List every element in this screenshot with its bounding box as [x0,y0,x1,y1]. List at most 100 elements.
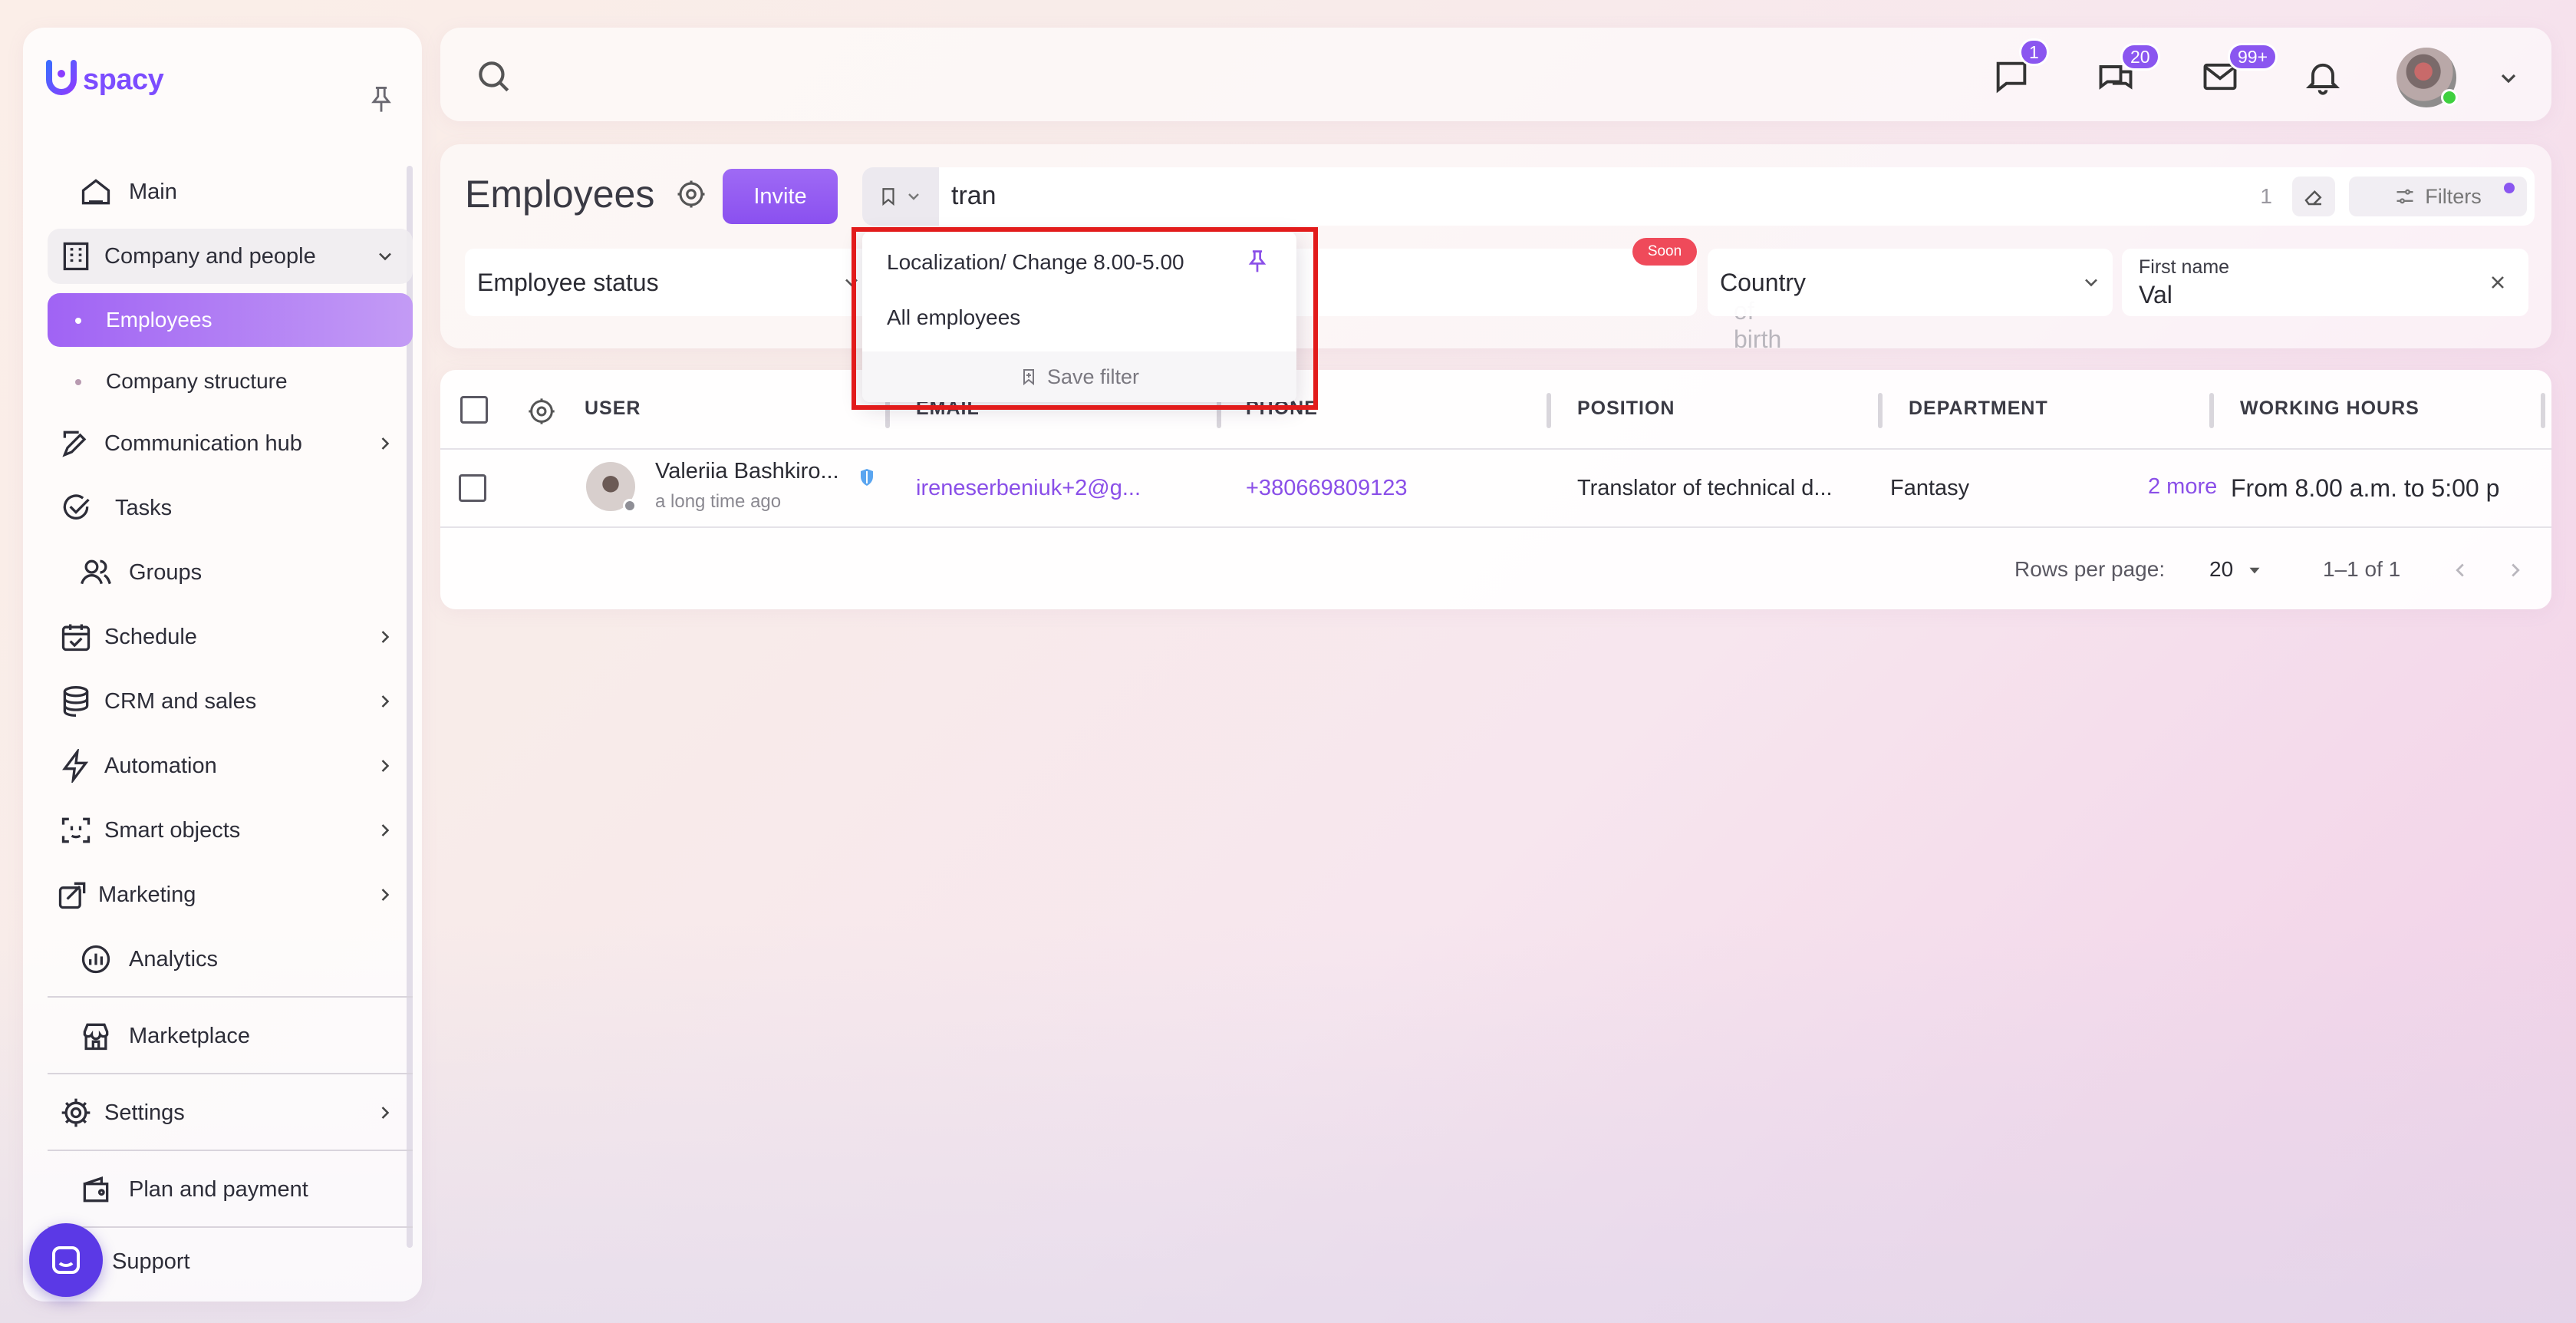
support-chat-button[interactable] [29,1223,103,1297]
sidebar: spacy Main Company and people Employees … [23,28,422,1302]
user-name[interactable]: Valeriia Bashkiro... [655,459,839,484]
sidebar-item-main[interactable]: Main [48,164,413,219]
sidebar-item-company-and-people[interactable]: Company and people [48,229,413,284]
employee-search[interactable]: tran 1 Filters [862,167,2535,226]
caret-down-icon[interactable] [2245,560,2265,580]
chevron-right-icon [381,824,390,836]
save-filter-button[interactable]: Save filter [862,351,1296,402]
email-link[interactable]: ireneserbeniuk+2@g... [916,476,1141,501]
sidebar-item-label: Groups [129,559,203,585]
sidebar-item-marketing[interactable]: Marketing [48,867,413,922]
select-all-checkbox[interactable] [460,396,488,424]
sidebar-item-tasks[interactable]: Tasks [48,480,413,536]
sidebar-item-plan-and-payment[interactable]: Plan and payment [48,1162,413,1217]
sidebar-item-crm-and-sales[interactable]: CRM and sales [48,674,413,729]
clear-filters-button[interactable] [2292,177,2335,216]
column-resizer[interactable] [1547,393,1551,428]
sidebar-item-marketplace[interactable]: Marketplace [48,1008,413,1064]
support-label[interactable]: Support [112,1249,190,1275]
store-icon [78,1018,114,1054]
sidebar-item-analytics[interactable]: Analytics [48,932,413,987]
database-icon [58,684,94,719]
shield-icon [861,469,873,486]
pin-sidebar-icon[interactable] [368,84,394,115]
table-row[interactable]: Valeriia Bashkiro... a long time ago ire… [440,450,2551,528]
chevron-down-icon [2085,279,2097,287]
first-name-input[interactable]: Val [2139,281,2172,309]
column-resizer[interactable] [2209,393,2214,428]
sidebar-divider [48,1073,413,1074]
sidebar-item-automation[interactable]: Automation [48,738,413,793]
column-header-working-hours[interactable]: WORKING HOURS [2240,398,2420,420]
sidebar-item-label: Marketing [98,882,196,907]
column-header-department[interactable]: DEPARTMENT [1909,398,2048,420]
department-more-link[interactable]: 2 more [2148,474,2217,500]
country-select[interactable]: Country [1708,249,2113,316]
chevron-right-icon [381,760,390,772]
preset-item-localization[interactable]: Localization/ Change 8.00-5.00 [887,250,1184,275]
bell-icon[interactable] [2303,57,2343,97]
wallet-icon [78,1172,114,1207]
gear-icon[interactable] [526,396,557,427]
user-last-seen: a long time ago [655,491,782,512]
filters-active-dot [2504,183,2515,193]
chevron-down-icon [908,193,919,200]
sidebar-item-company-structure[interactable]: Company structure [48,355,413,408]
column-header-user[interactable]: USER [585,398,641,420]
table-header: USER EMAIL PHONE POSITION DEPARTMENT WOR… [440,370,2551,450]
chat-support-icon [52,1246,80,1274]
sidebar-item-employees[interactable]: Employees [48,293,413,347]
close-icon[interactable] [2487,272,2508,293]
column-header-position[interactable]: POSITION [1577,398,1675,420]
building-icon [58,239,94,274]
sidebar-item-label: Company and people [104,243,316,269]
first-name-field[interactable]: First name Val [2122,249,2528,316]
messages-badge: 1 [2019,38,2049,66]
lightning-icon [58,748,94,784]
home-icon [78,174,114,210]
chevron-right-icon [381,1107,390,1119]
rows-per-page-select[interactable]: 20 [2209,557,2233,582]
column-resizer[interactable] [2541,393,2545,428]
avatar[interactable] [586,462,637,513]
sidebar-item-schedule[interactable]: Schedule [48,609,413,665]
filters-button[interactable]: Filters [2349,177,2527,216]
sidebar-item-smart-objects[interactable]: Smart objects [48,803,413,858]
sidebar-item-label: Settings [104,1100,185,1125]
sidebar-item-label: Plan and payment [129,1176,308,1202]
app-logo[interactable]: spacy [44,58,164,101]
user-avatar[interactable] [2396,48,2458,107]
gear-icon[interactable] [675,178,707,210]
filter-presets-toggle[interactable] [862,167,939,226]
sidebar-subitem-label: Company structure [106,369,288,393]
chevron-right-icon [381,889,390,901]
chevron-down-icon [845,279,858,287]
row-checkbox[interactable] [459,474,486,502]
sidebar-item-groups[interactable]: Groups [48,545,413,600]
sidebar-item-communication-hub[interactable]: Communication hub [48,416,413,471]
sidebar-item-label: Analytics [129,946,219,972]
pin-icon[interactable] [1246,249,1269,275]
column-resizer[interactable] [1878,393,1883,428]
chevron-left-icon[interactable] [2449,559,2472,582]
result-count: 1 [2260,184,2272,208]
chart-circle-icon [78,942,114,977]
department-cell: Fantasy [1890,476,1970,500]
eraser-icon [2304,190,2322,206]
phone-link[interactable]: +380669809123 [1246,476,1407,501]
chevron-right-icon[interactable] [2504,559,2527,582]
sidebar-item-settings[interactable]: Settings [48,1085,413,1140]
preset-item-all-employees[interactable]: All employees [887,305,1020,330]
employee-status-select[interactable]: Employee status [465,249,873,316]
sidebar-item-label: Tasks [115,495,173,520]
sidebar-item-label: CRM and sales [104,688,257,714]
bookmark-icon [882,188,894,206]
search-icon[interactable] [474,57,512,95]
search-input[interactable]: tran [951,181,996,211]
logo-text: spacy [83,63,164,96]
table-pagination: Rows per page: 20 1–1 of 1 [440,528,2551,609]
sidebar-item-label: Automation [104,753,217,778]
sidebar-divider [48,1226,413,1228]
invite-button[interactable]: Invite [723,169,838,224]
chevron-down-icon[interactable] [2496,66,2521,91]
